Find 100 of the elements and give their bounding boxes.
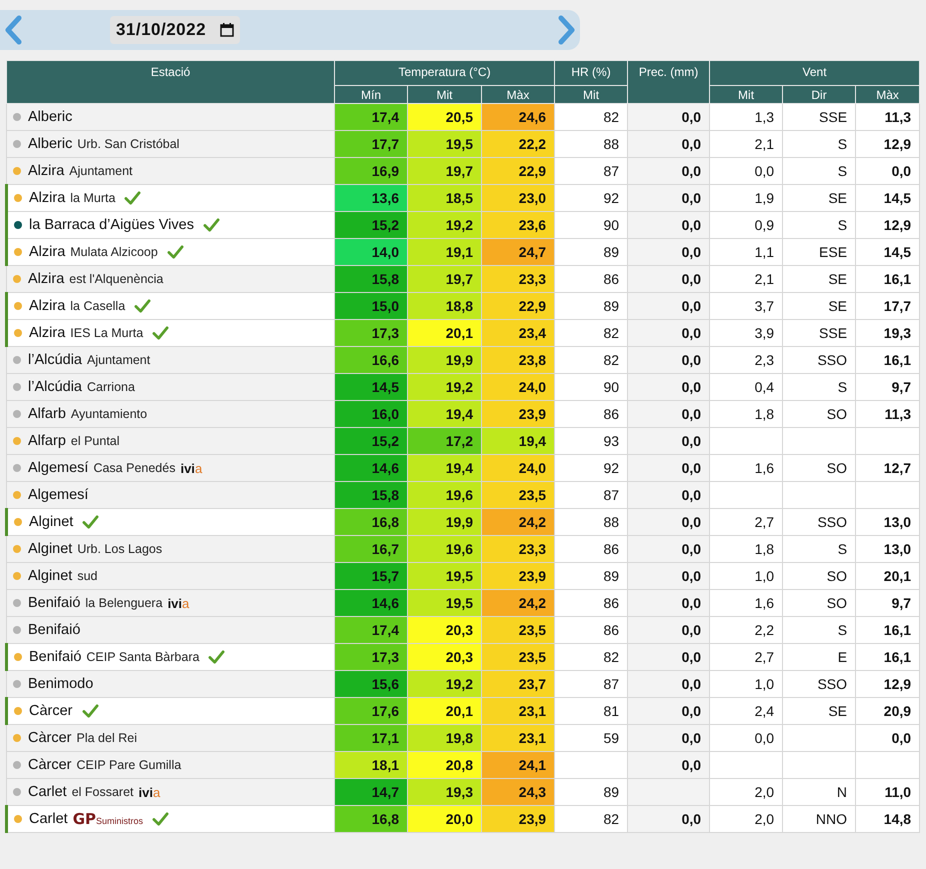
station-name: Alzira [29,325,66,341]
temperature-cell: 20,3 [408,644,482,670]
temperature-cell: 23,1 [482,698,555,724]
station-name: Càrcer [28,757,72,773]
table-cell: 2,7 [710,508,783,536]
temperature-cell: 22,9 [482,158,555,184]
column-header: Vent [710,60,920,86]
temperature-cell: 20,1 [408,320,482,346]
station-name: Alzira [28,271,64,287]
table-cell: S [782,158,856,184]
table-cell: N [782,778,856,806]
temperature-cell: 19,2 [408,670,482,698]
temperature-cell: 19,8 [408,724,482,752]
temperature-cell: 15,2 [334,428,408,454]
station-name: Alginet [29,514,74,530]
station-name: Alfarp [28,433,66,449]
station-name: Alberic [28,109,72,125]
temperature-cell: 22,9 [482,292,555,320]
date-field[interactable]: 31/10/2022 [110,16,240,44]
table-cell: 88 [554,508,628,536]
temperature-cell: 23,9 [482,562,555,590]
table-cell: 2,1 [710,130,783,158]
table-cell: 0,0 [628,104,710,130]
table-cell: 88 [554,130,628,158]
table-cell: 92 [554,454,628,482]
station-name: Algemesí [28,487,88,503]
table-cell: SSO [782,508,856,536]
column-subheader: Mín [334,86,408,104]
checkmark-icon [208,650,226,664]
calendar-icon[interactable] [220,23,234,37]
station-location: Casa Penedés [93,461,176,475]
temperature-cell: 20,0 [408,806,482,832]
chevron-left-icon[interactable] [4,15,24,45]
table-cell: 86 [554,266,628,292]
table-cell: SE [782,698,856,724]
table-cell: 0,0 [628,616,710,644]
station-location: Ajuntament [87,353,150,367]
table-cell: 13,0 [856,536,920,562]
temperature-cell: 18,8 [408,292,482,320]
table-cell: 16,1 [856,266,920,292]
station-name: Alfarb [28,406,66,422]
table-cell: 0,0 [628,292,710,320]
table-cell: SE [782,266,856,292]
table-cell: 0,0 [628,724,710,752]
table-cell: 0,0 [628,644,710,670]
table-cell: 82 [554,806,628,832]
temperature-cell: 17,6 [334,698,408,724]
station-name: Benifaió [28,622,80,638]
station-name: Carlet [29,811,68,827]
table-cell: 1,1 [710,238,783,266]
station-location: el Puntal [70,434,120,448]
temperature-cell: 20,3 [408,616,482,644]
table-cell: 0,0 [628,320,710,346]
table-cell: 86 [554,536,628,562]
table-cell: 13,0 [856,508,920,536]
temperature-cell: 23,0 [482,184,555,212]
temperature-cell: 14,6 [334,454,408,482]
table-cell: ESE [782,238,856,266]
temperature-cell: 23,5 [482,616,555,644]
chevron-right-icon[interactable] [556,15,576,45]
column-subheader: Mit [710,86,783,104]
table-cell: 1,8 [710,536,783,562]
temperature-cell: 19,1 [408,238,482,266]
table-cell: 0,0 [628,752,710,778]
network-logo: ivia [138,784,160,800]
temperature-cell: 16,8 [334,806,408,832]
temperature-cell: 16,8 [334,508,408,536]
temperature-cell: 20,1 [408,698,482,724]
temperature-cell: 19,4 [408,400,482,428]
station-name: Càrcer [28,730,72,746]
temperature-cell: 24,7 [482,238,555,266]
table-cell: SSE [782,320,856,346]
table-cell: 19,3 [856,320,920,346]
column-subheader: Mit [408,86,482,104]
table-cell: 2,1 [710,266,783,292]
column-subheader: Mit [554,86,628,104]
table-cell: 0,0 [628,698,710,724]
table-cell: 87 [554,158,628,184]
temperature-cell: 19,5 [408,562,482,590]
table-cell: 3,9 [710,320,783,346]
station-name: Càrcer [29,703,73,719]
checkmark-icon [166,244,184,260]
temperature-cell: 16,7 [334,536,408,562]
checkmark-icon [82,514,100,530]
temperature-cell: 22,2 [482,130,555,158]
table-cell: 16,1 [856,616,920,644]
table-cell: SO [782,454,856,482]
temperature-cell: 23,5 [482,644,555,670]
station-name: Alzira [28,163,64,179]
table-cell: 11,3 [856,400,920,428]
temperature-cell: 19,7 [408,158,482,184]
table-cell: E [782,644,856,670]
temperature-cell: 15,6 [334,670,408,698]
temperature-cell: 24,0 [482,454,555,482]
temperature-cell: 19,4 [408,454,482,482]
table-cell: 89 [554,778,628,806]
station-name: la Barraca d’Aigües Vives [29,217,194,233]
station-location: Carriona [87,380,135,394]
temperature-cell: 17,3 [334,320,408,346]
temperature-cell: 24,2 [482,590,555,616]
